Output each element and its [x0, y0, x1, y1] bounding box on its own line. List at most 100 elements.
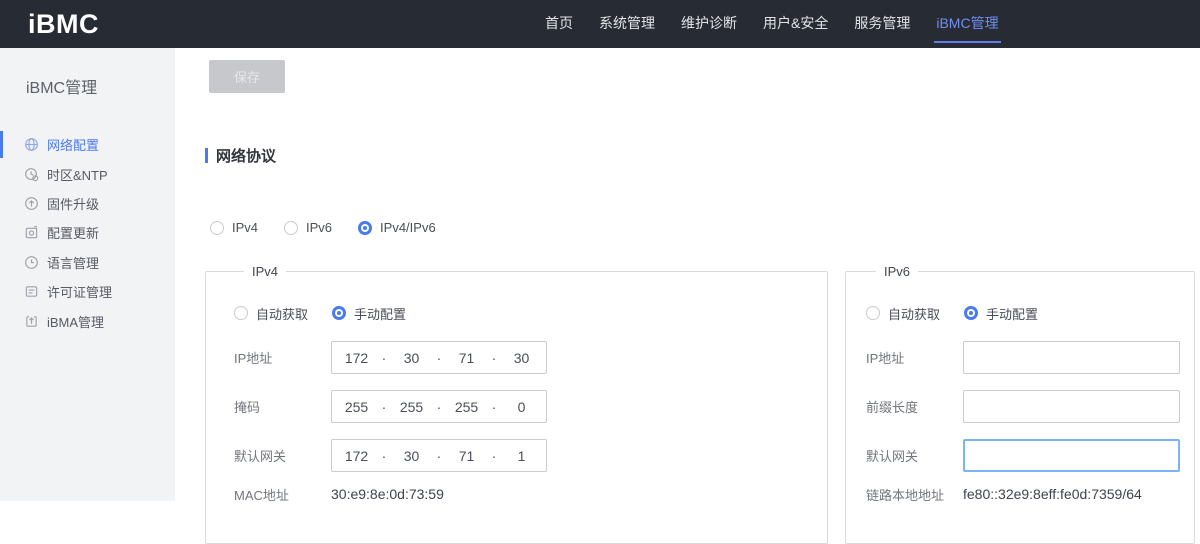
ip-octet-input[interactable]: 30 [387, 448, 436, 464]
ipv4-mac-row: MAC地址 30:e9:8e:0d:73:59 [234, 484, 827, 504]
ipv6-panel-legend: IPv6 [876, 264, 918, 279]
ip-octet-input[interactable]: 71 [442, 448, 491, 464]
field-label: 掩码 [234, 397, 331, 416]
nav-item-maintenance[interactable]: 维护诊断 [681, 0, 737, 48]
sidebar-item-label: 固件升级 [47, 194, 99, 213]
ipv4-mask-input[interactable]: 255·255·255·0 [331, 390, 547, 423]
ipv4-gateway-row: 默认网关 172·30·71·1 [234, 439, 827, 472]
field-label: IP地址 [866, 348, 963, 367]
license-icon [24, 284, 39, 299]
nav-item-user-security[interactable]: 用户&安全 [763, 0, 828, 48]
section-header: 网络协议 [205, 145, 1200, 166]
radio-label: 手动配置 [986, 304, 1038, 323]
protocol-radio-ipv4[interactable]: IPv4 [210, 220, 258, 235]
config-update-icon [24, 225, 39, 240]
sidebar: iBMC管理 网络配置 时区&NTP 固件升 [0, 48, 175, 501]
ipv6-manual-radio[interactable]: 手动配置 [964, 304, 1038, 323]
sidebar-item-ibma[interactable]: iBMA管理 [0, 306, 175, 335]
ip-octet-input[interactable]: 172 [332, 350, 381, 366]
sidebar-item-config-update[interactable]: 配置更新 [0, 218, 175, 247]
sidebar-item-label: 许可证管理 [47, 282, 112, 301]
nav-item-ibmc-management[interactable]: iBMC管理 [936, 0, 998, 48]
firmware-upgrade-icon [24, 196, 39, 211]
ip-octet-input[interactable]: 30 [387, 350, 436, 366]
sidebar-item-network-config[interactable]: 网络配置 [0, 130, 175, 159]
section-accent-bar [205, 148, 208, 163]
sidebar-item-label: 时区&NTP [47, 165, 108, 184]
ibma-icon [24, 314, 39, 329]
sidebar-item-label: 配置更新 [47, 223, 99, 242]
field-label: 默认网关 [866, 446, 963, 465]
ipv6-link-local-row: 链路本地地址 fe80::32e9:8eff:fe0d:7359/64 [866, 484, 1194, 504]
ip-octet-input[interactable]: 172 [332, 448, 381, 464]
nav-item-system[interactable]: 系统管理 [599, 0, 655, 48]
protocol-radio-ipv4-ipv6[interactable]: IPv4/IPv6 [358, 220, 436, 235]
field-label: 默认网关 [234, 446, 331, 465]
radio-icon [866, 306, 880, 320]
sidebar-item-label: 网络配置 [47, 135, 99, 154]
sidebar-item-firmware-upgrade[interactable]: 固件升级 [0, 189, 175, 218]
ipv4-panel: IPv4 自动获取 手动配置 IP地址 172·30·71·30 掩码 [205, 264, 828, 544]
nav-item-home[interactable]: 首页 [545, 0, 573, 48]
ipv6-panel: IPv6 自动获取 手动配置 IP地址 前缀长度 默认 [845, 264, 1195, 544]
main-content: 保存 网络协议 IPv4 IPv6 IPv4/IPv6 IPv4 自动获取 [175, 48, 1200, 501]
ipv4-mode-radio-group: 自动获取 手动配置 [234, 299, 827, 327]
field-label: 前缀长度 [866, 397, 963, 416]
sidebar-item-timezone-ntp[interactable]: 时区&NTP [0, 159, 175, 188]
ip-octet-input[interactable]: 1 [497, 448, 546, 464]
ipv4-panel-legend: IPv4 [244, 264, 286, 279]
ipv6-auto-radio[interactable]: 自动获取 [866, 304, 940, 323]
ipv4-ip-input[interactable]: 172·30·71·30 [331, 341, 547, 374]
sidebar-item-language[interactable]: 语言管理 [0, 248, 175, 277]
radio-label: 手动配置 [354, 304, 406, 323]
protocol-panels: IPv4 自动获取 手动配置 IP地址 172·30·71·30 掩码 [205, 264, 1200, 544]
ipv6-prefix-row: 前缀长度 [866, 390, 1194, 423]
radio-label: 自动获取 [256, 304, 308, 323]
ip-octet-input[interactable]: 30 [497, 350, 546, 366]
ipv4-auto-radio[interactable]: 自动获取 [234, 304, 308, 323]
sidebar-item-label: 语言管理 [47, 253, 99, 272]
radio-icon [284, 221, 298, 235]
radio-label: IPv4 [232, 220, 258, 235]
sidebar-item-label: iBMA管理 [47, 312, 104, 331]
ipv6-prefix-input[interactable] [963, 390, 1180, 423]
ipv6-mode-radio-group: 自动获取 手动配置 [866, 299, 1194, 327]
sidebar-title: iBMC管理 [26, 74, 175, 98]
ip-octet-input[interactable]: 255 [442, 399, 491, 415]
language-icon [24, 255, 39, 270]
field-label: IP地址 [234, 348, 331, 367]
ipv4-manual-radio[interactable]: 手动配置 [332, 304, 406, 323]
radio-icon [332, 306, 346, 320]
ipv4-gateway-input[interactable]: 172·30·71·1 [331, 439, 547, 472]
ibmc-logo: iBMC [28, 0, 99, 48]
ipv6-ip-row: IP地址 [866, 341, 1194, 374]
radio-icon [358, 221, 372, 235]
link-local-address-value: fe80::32e9:8eff:fe0d:7359/64 [963, 486, 1142, 502]
top-navigation: 首页 系统管理 维护诊断 用户&安全 服务管理 iBMC管理 [545, 0, 999, 48]
ipv6-gateway-row: 默认网关 [866, 439, 1194, 472]
ipv6-gateway-input[interactable] [963, 439, 1180, 472]
radio-label: IPv6 [306, 220, 332, 235]
globe-icon [24, 137, 39, 152]
ip-octet-input[interactable]: 71 [442, 350, 491, 366]
radio-label: IPv4/IPv6 [380, 220, 436, 235]
timezone-icon [24, 167, 39, 182]
nav-item-services[interactable]: 服务管理 [854, 0, 910, 48]
ip-octet-input[interactable]: 255 [387, 399, 436, 415]
radio-label: 自动获取 [888, 304, 940, 323]
radio-icon [234, 306, 248, 320]
save-button[interactable]: 保存 [209, 60, 285, 93]
ipv6-ip-input[interactable] [963, 341, 1180, 374]
section-title: 网络协议 [216, 145, 276, 166]
sidebar-item-license[interactable]: 许可证管理 [0, 277, 175, 306]
mac-address-value: 30:e9:8e:0d:73:59 [331, 486, 444, 502]
protocol-radio-group: IPv4 IPv6 IPv4/IPv6 [210, 220, 1200, 235]
protocol-radio-ipv6[interactable]: IPv6 [284, 220, 332, 235]
ipv4-ip-row: IP地址 172·30·71·30 [234, 341, 827, 374]
sidebar-menu: 网络配置 时区&NTP 固件升级 配置更 [0, 130, 175, 336]
top-bar: iBMC 首页 系统管理 维护诊断 用户&安全 服务管理 iBMC管理 [0, 0, 1200, 48]
ip-octet-input[interactable]: 255 [332, 399, 381, 415]
ipv4-mask-row: 掩码 255·255·255·0 [234, 390, 827, 423]
radio-icon [210, 221, 224, 235]
ip-octet-input[interactable]: 0 [497, 399, 546, 415]
